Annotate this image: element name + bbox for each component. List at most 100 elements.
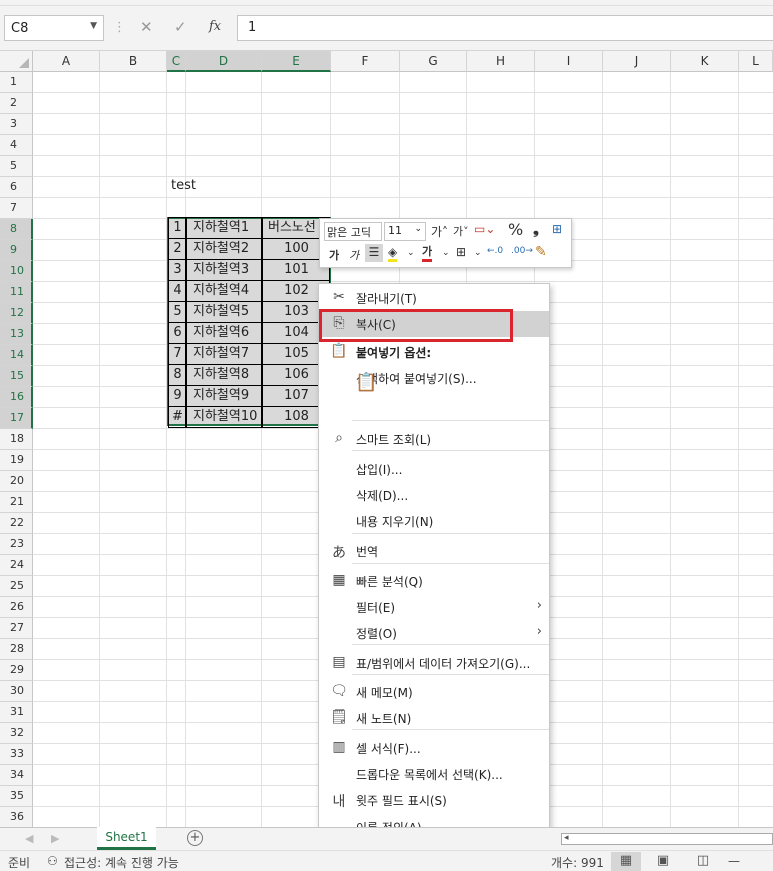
row-header[interactable]: 5 [0, 156, 33, 177]
normal-view-icon[interactable]: ▦ [611, 852, 641, 871]
row-header[interactable]: 25 [0, 576, 33, 597]
row-header[interactable]: 18 [0, 429, 33, 450]
table-cell[interactable]: 4 [169, 281, 186, 302]
table-cell[interactable]: 지하철역5 [187, 302, 262, 323]
row-header[interactable]: 14 [0, 345, 33, 366]
table-cell[interactable]: 2 [169, 239, 186, 260]
row-header[interactable]: 28 [0, 639, 33, 660]
row-header[interactable]: 17 [0, 408, 33, 429]
context-menu-item[interactable]: 삽입(I)... [319, 456, 549, 482]
scroll-tabs-right-icon[interactable]: ▶ [51, 832, 59, 845]
row-header[interactable]: 21 [0, 492, 33, 513]
column-header[interactable]: C [167, 51, 186, 72]
add-sheet-icon[interactable]: + [187, 830, 203, 846]
table-cell[interactable]: 3 [169, 260, 186, 281]
format-painter-icon[interactable]: ✎ [535, 244, 547, 260]
context-menu-item[interactable]: 필터(E) › [319, 594, 549, 620]
context-menu-item[interactable]: ⌕ 스마트 조회(L) [319, 426, 549, 452]
scroll-left-icon[interactable]: ◂ [564, 833, 569, 843]
select-all-button[interactable] [0, 51, 33, 72]
row-header[interactable]: 35 [0, 786, 33, 807]
row-header[interactable]: 32 [0, 723, 33, 744]
context-menu-item[interactable]: 삭제(D)... [319, 482, 549, 508]
row-header[interactable]: 15 [0, 366, 33, 387]
row-header[interactable]: 6 [0, 177, 33, 198]
increase-decimal-icon[interactable]: ←.0 [487, 246, 503, 256]
row-header[interactable]: 11 [0, 282, 33, 303]
scroll-tabs-left-icon[interactable]: ◀ [25, 832, 33, 845]
bold-icon[interactable]: 가 [329, 247, 339, 263]
row-header[interactable]: 26 [0, 597, 33, 618]
table-cell[interactable]: 지하철역2 [187, 239, 262, 260]
row-header[interactable]: 13 [0, 324, 33, 345]
sheet-tab[interactable]: Sheet1 [97, 827, 156, 850]
context-menu-item[interactable]: 드롭다운 목록에서 선택(K)... [319, 761, 549, 787]
column-header[interactable]: F [331, 51, 400, 72]
column-header[interactable]: K [671, 51, 739, 72]
align-center-icon[interactable]: ☰ [365, 244, 383, 262]
table-cell[interactable]: 지하철역6 [187, 323, 262, 344]
column-header[interactable]: E [262, 51, 331, 72]
column-header[interactable]: B [100, 51, 167, 72]
table-cell[interactable]: 6 [169, 323, 186, 344]
context-menu-item[interactable]: 내용 지우기(N) [319, 508, 549, 534]
row-header[interactable]: 10 [0, 261, 33, 282]
cancel-icon[interactable]: ✕ [140, 18, 153, 36]
column-header[interactable]: H [467, 51, 535, 72]
context-menu-item[interactable]: あ 번역 [319, 538, 549, 564]
row-header[interactable]: 12 [0, 303, 33, 324]
cell-c6[interactable]: test [171, 176, 196, 197]
accounting-format-icon[interactable]: ▭⌄ [474, 222, 495, 236]
row-header[interactable]: 8 [0, 219, 33, 240]
name-box[interactable]: C8 ▼ [4, 15, 104, 41]
row-header[interactable]: 27 [0, 618, 33, 639]
context-menu-item[interactable]: 내 윗주 필드 표시(S) [319, 787, 549, 813]
horizontal-scrollbar[interactable]: ◂ [561, 833, 773, 845]
table-cell[interactable]: 지하철역7 [187, 344, 262, 365]
percent-icon[interactable]: % [508, 220, 523, 239]
chevron-down-icon[interactable]: ⌄ [407, 248, 415, 258]
row-header[interactable]: 19 [0, 450, 33, 471]
table-cell[interactable]: # [169, 407, 186, 428]
row-header[interactable]: 7 [0, 198, 33, 219]
column-header[interactable]: D [186, 51, 262, 72]
row-header[interactable]: 23 [0, 534, 33, 555]
table-cell[interactable]: 지하철역1 [187, 218, 262, 239]
context-menu-item[interactable]: ✂ 잘라내기(T) [319, 285, 549, 311]
row-header[interactable]: 2 [0, 93, 33, 114]
accessibility-icon[interactable]: ⚇ [47, 854, 58, 868]
decrease-decimal-icon[interactable]: .00→ [511, 246, 533, 256]
context-menu-item[interactable]: ▤ 표/범위에서 데이터 가져오기(G)... [319, 650, 549, 676]
row-header[interactable]: 24 [0, 555, 33, 576]
context-menu-item[interactable]: 🗨 새 메모(M) [319, 679, 549, 705]
comma-style-icon[interactable]: ❟ [533, 220, 539, 238]
context-menu-item[interactable]: ▥ 셀 서식(F)... [319, 735, 549, 761]
table-cell[interactable]: 지하철역9 [187, 386, 262, 407]
table-cell[interactable]: 9 [169, 386, 186, 407]
paste-option-button[interactable]: 📋 [319, 368, 549, 398]
column-header[interactable]: J [603, 51, 671, 72]
column-header[interactable]: A [33, 51, 100, 72]
table-cell[interactable]: 7 [169, 344, 186, 365]
insert-function-icon[interactable]: fx [209, 19, 221, 34]
chevron-down-icon[interactable]: ⌄ [414, 224, 422, 234]
borders-icon[interactable]: ⊞ [456, 245, 466, 259]
column-header[interactable]: G [400, 51, 467, 72]
decrease-font-icon[interactable]: 가˅ [453, 223, 469, 239]
table-cell[interactable]: 지하철역8 [187, 365, 262, 386]
row-header[interactable]: 1 [0, 72, 33, 93]
font-name-box[interactable]: 맑은 고딕 [324, 222, 382, 241]
row-header[interactable]: 31 [0, 702, 33, 723]
chevron-down-icon[interactable]: ▼ [90, 21, 97, 31]
table-cell[interactable]: 5 [169, 302, 186, 323]
zoom-slider[interactable]: — [728, 854, 740, 868]
row-header[interactable]: 34 [0, 765, 33, 786]
table-cell[interactable]: 1 [169, 218, 186, 239]
font-color-icon[interactable]: 가 [422, 245, 433, 262]
accessibility-status[interactable]: 접근성: 계속 진행 가능 [64, 854, 179, 871]
row-header[interactable]: 4 [0, 135, 33, 156]
row-header[interactable]: 30 [0, 681, 33, 702]
column-header[interactable]: I [535, 51, 603, 72]
chevron-down-icon[interactable]: ⌄ [442, 248, 450, 258]
row-header[interactable]: 22 [0, 513, 33, 534]
